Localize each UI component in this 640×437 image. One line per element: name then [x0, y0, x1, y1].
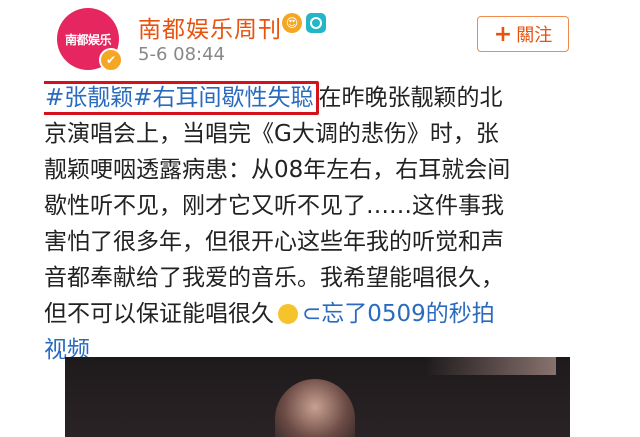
post-text: 在昨晚张靓颖的北 — [318, 85, 503, 111]
post-line: 歇性听不见，刚才它又听不见了……这件事我 — [44, 193, 504, 219]
camera-badge-icon — [306, 13, 326, 33]
topic-highlight-box: #张靓颖#右耳间歇性失聪 — [44, 81, 319, 115]
verified-icon: ✔ — [99, 48, 123, 72]
account-name[interactable]: 南都娱乐周刊 — [138, 10, 282, 44]
post-line: #张靓颖#右耳间歇性失聪 在昨晚张靓颖的北 — [44, 80, 584, 116]
performer-image — [275, 379, 355, 437]
video-thumbnail[interactable] — [65, 357, 570, 437]
post-line: 音都奉献给了我爱的音乐。我希望能唱很久， — [44, 265, 504, 291]
follow-button[interactable]: + 關注 — [477, 16, 569, 52]
post-line: 但不可以保证能唱很久 ⊂忘了0509的秒拍 — [44, 296, 584, 332]
post-line: 害怕了很多年，但很开心这些年我的听觉和声 — [44, 229, 504, 255]
post-body: #张靓颖#右耳间歇性失聪 在昨晚张靓颖的北 京演唱会上，当唱完《G大调的悲伤》时，… — [44, 80, 584, 368]
name-badges: 😍 — [282, 13, 326, 33]
vip-emoji-icon: 😍 — [282, 13, 302, 33]
topic-link[interactable]: #张靓颖#右耳间歇性失聪 — [45, 85, 314, 111]
post-text: 但不可以保证能唱很久 — [44, 301, 274, 327]
plus-icon: + — [493, 21, 513, 47]
video-link[interactable]: ⊂忘了0509的秒拍 — [302, 301, 495, 327]
post-time: 5-6 08:44 — [138, 44, 225, 65]
follow-label: 關注 — [516, 25, 553, 46]
post-line: 京演唱会上，当唱完《G大调的悲伤》时，张 — [44, 121, 499, 147]
watermark — [426, 357, 556, 375]
emoji-icon — [278, 304, 298, 324]
post-line: 靓颖哽咽透露病患：从08年左右，右耳就会间 — [44, 157, 511, 183]
avatar-logo-text: 南都娱乐 — [64, 32, 112, 47]
